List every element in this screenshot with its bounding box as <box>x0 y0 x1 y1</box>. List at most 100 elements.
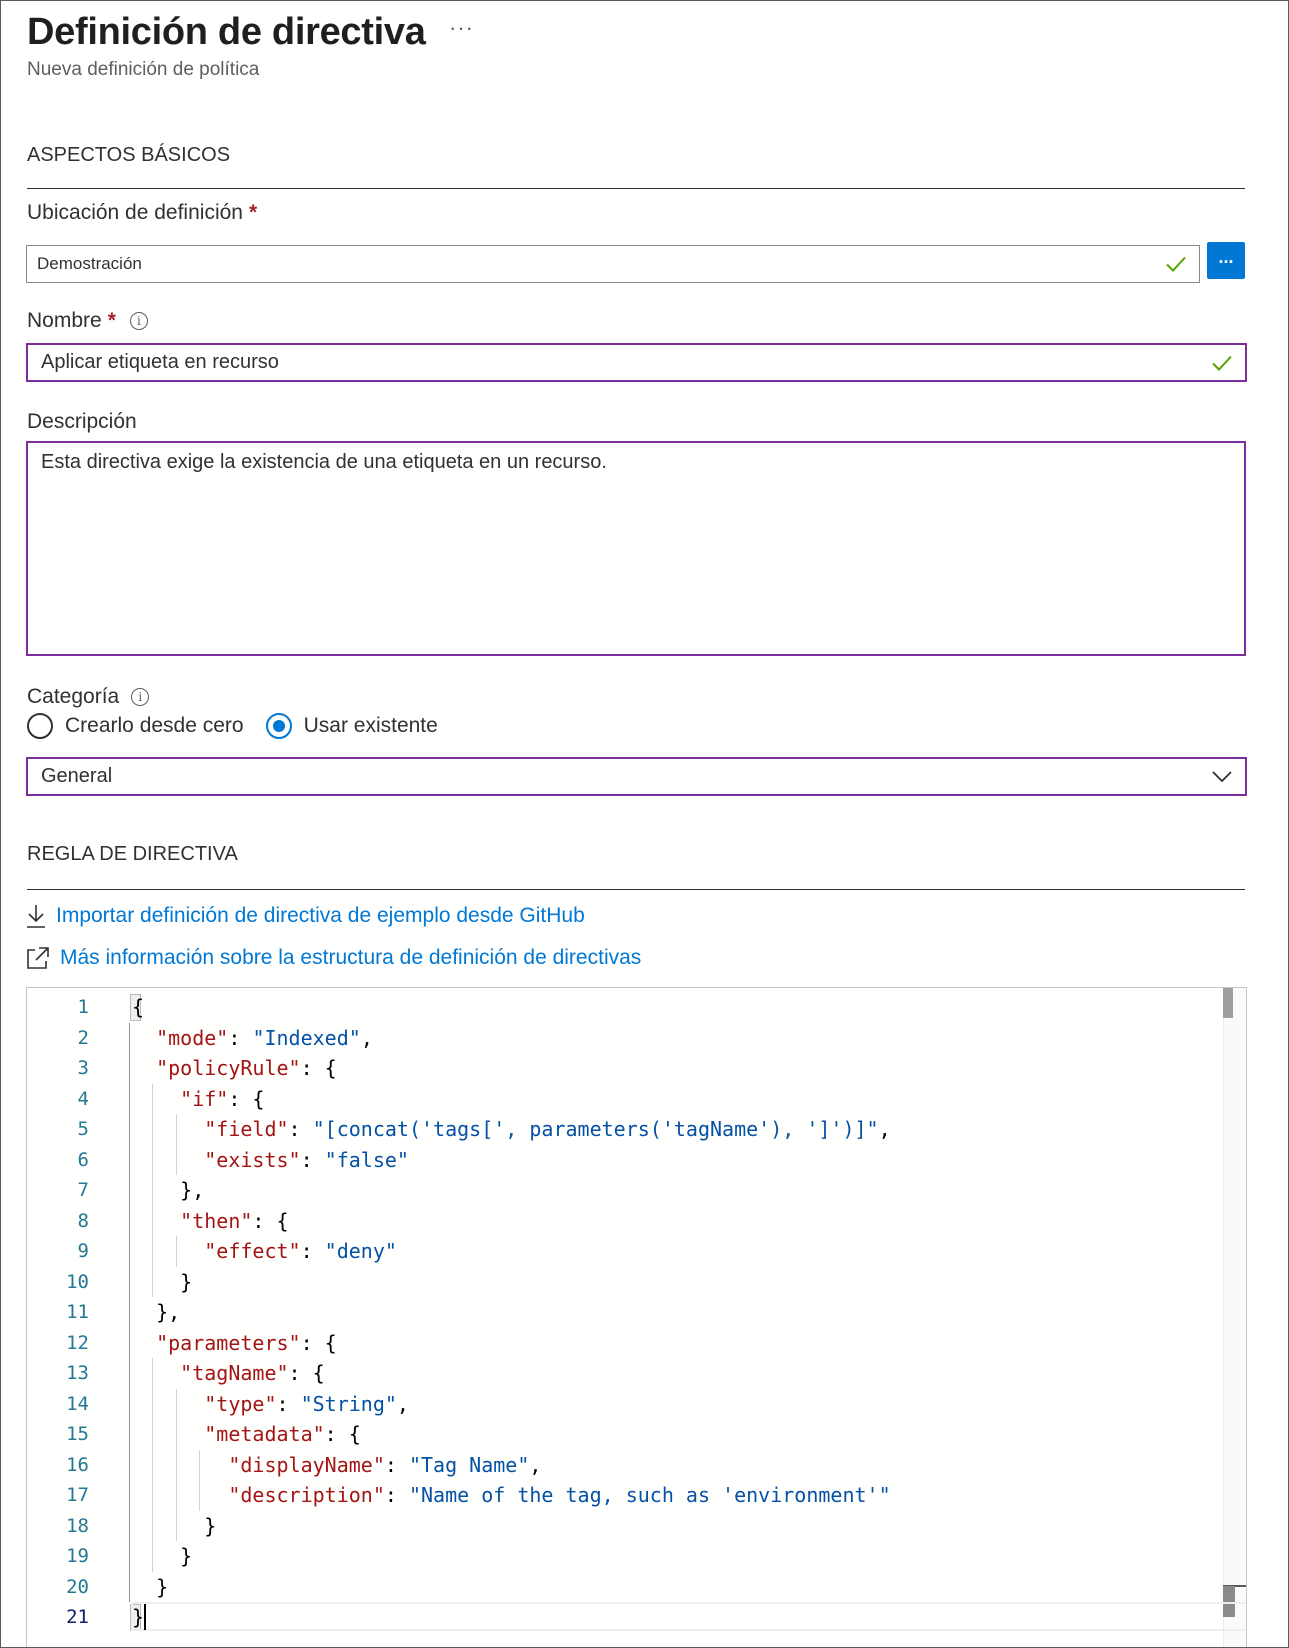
line-number: 9 <box>77 1240 89 1262</box>
code-line[interactable]: 14 "type": "String", <box>27 1389 1223 1420</box>
line-number: 5 <box>77 1118 89 1140</box>
code-line[interactable]: 9 "effect": "deny" <box>27 1236 1223 1267</box>
code-line[interactable]: 18 } <box>27 1511 1223 1542</box>
basics-section-title: ASPECTOS BÁSICOS <box>27 144 231 166</box>
description-value: Esta directiva exige la existencia de un… <box>41 451 607 473</box>
vertical-scrollbar[interactable] <box>1223 988 1246 1647</box>
radio-label: Crearlo desde cero <box>65 714 244 737</box>
line-number: 18 <box>66 1514 89 1537</box>
code-line[interactable]: 16 "displayName": "Tag Name", <box>27 1450 1223 1481</box>
text-cursor <box>143 1604 146 1630</box>
code-text: "description": "Name of the tag, such as… <box>228 1483 891 1507</box>
code-text: "if": { <box>180 1086 265 1111</box>
line-number: 21 <box>66 1606 89 1628</box>
code-line[interactable]: 17 "description": "Name of the tag, such… <box>27 1480 1223 1511</box>
checkmark-icon <box>1166 256 1186 272</box>
policy-rule-code-editor[interactable]: 1{2 "mode": "Indexed", 3 "policyRule": {4… <box>26 987 1247 1647</box>
line-number: 4 <box>77 1087 89 1110</box>
code-line[interactable]: 15 "metadata": { <box>27 1419 1223 1450</box>
code-text: "policyRule": { <box>156 1056 337 1080</box>
code-text: "then": { <box>180 1208 289 1233</box>
learn-more-link[interactable]: Más información sobre la estructura de d… <box>25 945 641 971</box>
description-textarea[interactable]: Esta directiva exige la existencia de un… <box>26 441 1246 656</box>
code-line[interactable]: 19 } <box>27 1541 1223 1572</box>
section-divider <box>27 889 1245 890</box>
code-line[interactable]: 20 } <box>27 1572 1223 1603</box>
required-indicator: * <box>107 309 116 332</box>
line-number: 19 <box>66 1545 89 1567</box>
code-text: } <box>132 1544 193 1568</box>
line-number: 8 <box>77 1209 89 1232</box>
page-title: Definición de directiva <box>27 11 426 53</box>
radio-button-unselected[interactable] <box>27 713 53 739</box>
code-text: "exists": "false" <box>204 1147 409 1172</box>
name-label-text: Nombre <box>27 309 102 332</box>
category-dropdown[interactable]: General <box>26 757 1247 796</box>
info-icon[interactable]: i <box>129 312 148 330</box>
code-line[interactable]: 4 "if": { <box>27 1084 1223 1115</box>
scrollbar-thumb[interactable] <box>1223 988 1233 1018</box>
code-text: "effect": "deny" <box>204 1239 397 1263</box>
code-line[interactable]: 6 "exists": "false" <box>27 1145 1223 1176</box>
code-line[interactable]: 13 "tagName": { <box>27 1358 1223 1389</box>
radio-create-new[interactable]: Crearlo desde cero <box>27 713 244 739</box>
line-number: 11 <box>66 1301 89 1323</box>
radio-use-existing[interactable]: Usar existente <box>265 713 438 739</box>
definition-location-value: Demostración <box>37 254 142 273</box>
line-number: 7 <box>77 1179 89 1201</box>
required-indicator: * <box>248 201 258 224</box>
code-line[interactable]: 1{ <box>27 992 1223 1023</box>
code-line[interactable]: 2 "mode": "Indexed", <box>27 1023 1223 1054</box>
chevron-down-icon <box>1212 770 1232 782</box>
code-text: "displayName": "Tag Name", <box>228 1452 542 1477</box>
browse-location-button[interactable]: ... <box>1207 242 1245 279</box>
code-text: } <box>132 1605 145 1629</box>
code-text: "mode": "Indexed", <box>156 1025 373 1050</box>
code-line[interactable]: 12 "parameters": { <box>27 1328 1223 1359</box>
name-label: Nombre * i <box>27 309 148 333</box>
more-options-icon[interactable]: ··· <box>449 15 474 41</box>
line-number: 14 <box>66 1392 89 1415</box>
import-github-link-text[interactable]: Importar definición de directiva de ejem… <box>56 904 585 928</box>
code-line[interactable]: 10 } <box>27 1267 1223 1298</box>
category-radio-group: Crearlo desde cero Usar existente <box>27 713 438 739</box>
section-divider <box>27 188 1245 189</box>
line-number: 13 <box>66 1362 89 1384</box>
code-text: "metadata": { <box>204 1422 361 1446</box>
radio-button-selected[interactable] <box>265 713 292 739</box>
line-number: 3 <box>77 1057 89 1079</box>
code-text: }, <box>132 1178 205 1202</box>
line-number: 17 <box>66 1484 89 1506</box>
description-label: Descripción <box>27 410 137 434</box>
code-text: } <box>132 1574 169 1599</box>
code-text: } <box>132 1513 217 1538</box>
definition-location-label: Ubicación de definición * <box>27 201 257 225</box>
code-line[interactable]: 11 }, <box>27 1297 1223 1328</box>
line-number: 16 <box>66 1453 89 1476</box>
code-text: "parameters": { <box>156 1330 337 1355</box>
code-text: { <box>132 995 145 1019</box>
checkmark-icon <box>1212 355 1232 371</box>
page-subtitle: Nueva definición de política <box>27 59 260 80</box>
description-label-text: Descripción <box>27 410 137 433</box>
code-line[interactable]: 3 "policyRule": { <box>27 1053 1223 1084</box>
code-line[interactable]: 8 "then": { <box>27 1206 1223 1237</box>
category-selected-value: General <box>41 765 113 787</box>
name-input-value: Aplicar etiqueta en recurso <box>41 351 279 373</box>
name-input[interactable]: Aplicar etiqueta en recurso <box>26 343 1247 382</box>
policy-definition-blade: Definición de directiva ··· Nueva defini… <box>0 0 1289 1648</box>
radio-label: Usar existente <box>303 714 438 737</box>
line-number: 15 <box>66 1423 89 1445</box>
line-number: 10 <box>66 1270 89 1293</box>
open-external-icon <box>27 947 49 969</box>
info-icon[interactable]: i <box>131 688 150 706</box>
download-icon <box>27 905 45 928</box>
learn-more-link-text[interactable]: Más información sobre la estructura de d… <box>60 946 641 970</box>
category-label-text: Categoría <box>27 685 120 708</box>
code-line[interactable]: 7 }, <box>27 1175 1223 1206</box>
definition-location-field[interactable]: Demostración <box>26 245 1200 283</box>
code-line[interactable]: 5 "field": "[concat('tags[', parameters(… <box>27 1114 1223 1145</box>
import-github-link[interactable]: Importar definición de directiva de ejem… <box>25 903 585 929</box>
code-text: }, <box>132 1300 181 1324</box>
code-line[interactable]: 21} <box>27 1602 1223 1633</box>
